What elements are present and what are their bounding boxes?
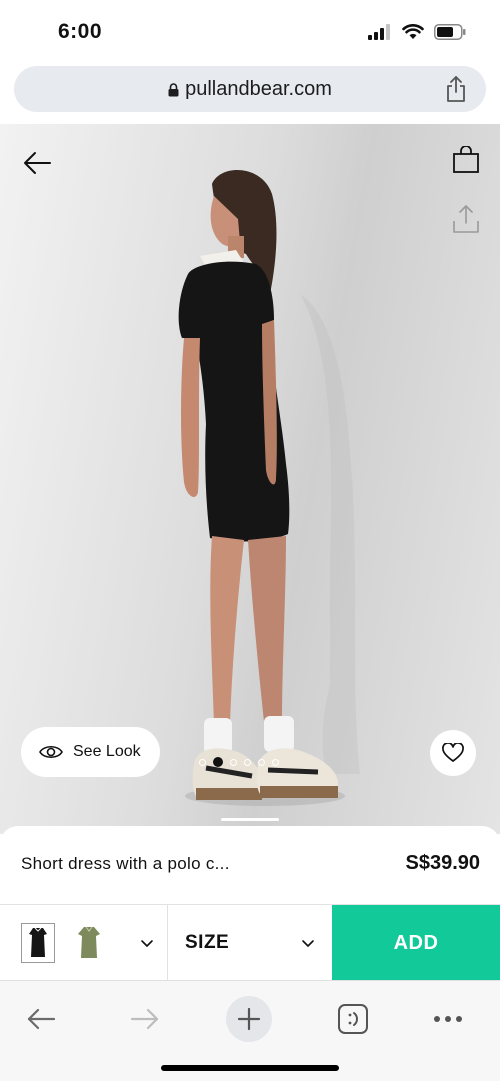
new-tab-button[interactable] — [221, 991, 277, 1047]
share-icon[interactable] — [444, 75, 468, 103]
lock-icon — [168, 82, 179, 97]
sheet-drag-indicator[interactable] — [221, 818, 279, 821]
tabs-smiley-icon — [338, 1004, 368, 1034]
share-product-icon[interactable] — [452, 204, 480, 234]
product-price: S$39.90 — [405, 852, 480, 874]
more-options-button[interactable] — [420, 991, 476, 1047]
green-dress-thumbnail — [72, 923, 106, 963]
status-icons — [368, 24, 466, 40]
eye-icon — [39, 745, 63, 759]
image-pagination — [199, 757, 279, 767]
pagination-dot[interactable] — [244, 758, 251, 766]
browser-forward-button[interactable] — [117, 991, 173, 1047]
product-name[interactable]: Short dress with a polo c... — [21, 854, 230, 874]
browser-back-button[interactable] — [13, 991, 69, 1047]
chevron-down-icon[interactable] — [140, 938, 154, 948]
signal-icon — [368, 24, 390, 40]
chevron-down-icon — [302, 940, 314, 947]
plus-icon — [237, 1007, 261, 1031]
color-swatch-black[interactable] — [21, 923, 55, 963]
color-selector[interactable] — [0, 905, 168, 981]
see-look-button[interactable]: See Look — [21, 727, 160, 777]
product-info-sheet: Short dress with a polo c... S$39.90 SIZ… — [0, 826, 500, 981]
black-dress-thumbnail — [22, 924, 54, 962]
size-label: SIZE — [185, 932, 230, 953]
back-arrow-icon — [27, 1008, 56, 1030]
pagination-dot[interactable] — [230, 758, 237, 766]
status-time: 6:00 — [58, 20, 103, 43]
home-indicator[interactable] — [161, 1065, 339, 1071]
url-bar[interactable]: pullandbear.com — [14, 66, 486, 112]
more-dots-icon — [434, 1016, 462, 1022]
shopping-bag-icon[interactable] — [452, 146, 480, 174]
favorite-button[interactable] — [430, 730, 476, 776]
color-swatch-green[interactable] — [72, 923, 106, 963]
see-look-label: See Look — [73, 743, 141, 760]
url-display: pullandbear.com — [14, 78, 486, 101]
battery-icon — [434, 24, 466, 40]
pagination-dot[interactable] — [272, 758, 279, 766]
back-arrow-icon[interactable] — [22, 148, 52, 178]
product-image[interactable]: See Look — [0, 124, 500, 834]
tabs-button[interactable] — [325, 991, 381, 1047]
pagination-dot-active[interactable] — [213, 757, 223, 767]
size-selector[interactable]: SIZE — [168, 905, 332, 981]
forward-arrow-icon — [130, 1008, 159, 1030]
purchase-action-row: SIZE ADD — [0, 904, 500, 981]
browser-toolbar — [0, 980, 500, 1081]
plus-circle — [226, 996, 272, 1042]
wifi-icon — [402, 24, 424, 39]
browser-address-area: pullandbear.com — [0, 62, 500, 124]
url-text: pullandbear.com — [185, 78, 332, 100]
add-to-cart-button[interactable]: ADD — [332, 905, 500, 981]
heart-icon — [442, 743, 464, 762]
pagination-dot[interactable] — [258, 758, 265, 766]
pagination-dot[interactable] — [199, 758, 206, 766]
status-bar: 6:00 — [0, 0, 500, 62]
